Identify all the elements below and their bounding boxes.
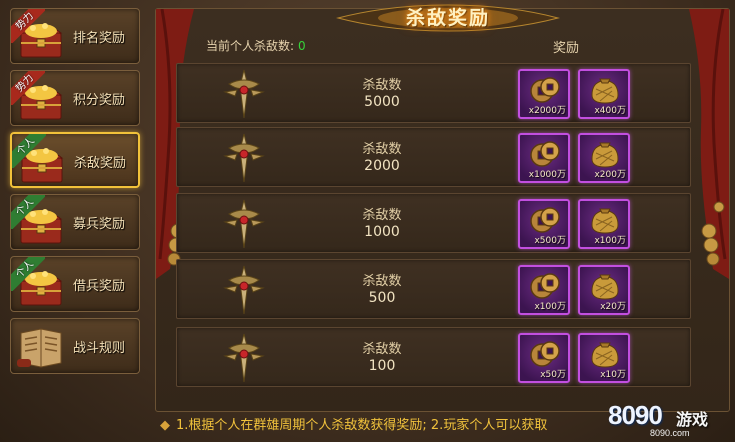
reward-quantity: x50万 [540, 370, 566, 380]
sidebar-item-5[interactable]: 个人借兵奖励 [10, 256, 140, 312]
sidebar-item-6[interactable]: 战斗规则 [10, 318, 140, 374]
sidebar-badge: 个人 [11, 257, 45, 291]
reward-quantity: x500万 [534, 236, 566, 246]
sidebar-item-label: 借兵奖励 [73, 279, 126, 294]
kill-count-label: 杀敌数 [362, 142, 402, 157]
sidebar-badge: 个人 [11, 195, 45, 229]
rules-note: ◆ 1.根据个人在群雄周期个人杀敌数获得奖励; 2.玩家个人可以获取 [160, 414, 547, 433]
kill-count-threshold: 5000 [364, 94, 400, 110]
sidebar-badge: 势力 [11, 71, 45, 105]
kill-reward-row: 杀敌数 1000 x500万 x100万 [176, 193, 691, 253]
reward-item-slot[interactable]: x10万 [578, 333, 630, 383]
grain-sack-icon [591, 208, 619, 234]
reward-item-slot[interactable]: x100万 [518, 265, 570, 315]
reward-column-header: 奖励 [553, 41, 580, 56]
reward-item-slot[interactable]: x100万 [578, 199, 630, 249]
kill-count-threshold: 2000 [364, 158, 400, 174]
sidebar-item-1[interactable]: 势力排名奖励 [10, 8, 140, 64]
reward-quantity: x10万 [600, 370, 626, 380]
copper-coin-icon [530, 273, 560, 299]
reward-item-slot[interactable]: x20万 [578, 265, 630, 315]
copper-coin-icon [530, 77, 560, 103]
reward-quantity: x100万 [594, 236, 626, 246]
copper-coin-icon [530, 341, 560, 367]
watermark-game-text: 游戏 [676, 410, 709, 429]
kill-count-label: 杀敌数 [362, 342, 402, 357]
reward-item-slot[interactable]: x200万 [578, 133, 630, 183]
rules-note-text: 1.根据个人在群雄周期个人杀敌数获得奖励; 2.玩家个人可以获取 [176, 418, 548, 433]
sidebar-item-label: 积分奖励 [73, 93, 126, 108]
reward-quantity: x1000万 [528, 170, 566, 180]
kill-reward-row: 杀敌数 2000 x1000万 x200万 [176, 127, 691, 187]
grain-sack-icon [591, 274, 619, 300]
kill-count-label: 杀敌数 [362, 78, 402, 93]
reward-quantity: x400万 [594, 106, 626, 116]
reward-quantity: x20万 [600, 302, 626, 312]
reward-item-slot[interactable]: x1000万 [518, 133, 570, 183]
current-kills-label: 当前个人杀敌数: [206, 39, 295, 53]
reward-item-slot[interactable]: x50万 [518, 333, 570, 383]
copper-coin-icon [530, 141, 560, 167]
kill-count-threshold: 1000 [364, 224, 400, 240]
reward-item-slot[interactable]: x500万 [518, 199, 570, 249]
grain-sack-icon [591, 78, 619, 104]
scroll-book-icon [17, 328, 62, 368]
kill-reward-row: 杀敌数 5000 x2000万 x400万 [176, 63, 691, 123]
kill-count-label: 杀敌数 [362, 274, 402, 289]
kill-count-threshold: 100 [368, 358, 396, 374]
site-watermark: 8090 游戏 8090.com [608, 394, 732, 440]
copper-coin-icon [530, 207, 560, 233]
sidebar-item-3[interactable]: 个人杀敌奖励 [10, 132, 140, 188]
kill-reward-panel: 杀敌奖励 当前个人杀敌数: 0 奖励 杀敌数 5000 x2000万 x400万 杀敌数 2… [155, 4, 730, 412]
sword-emblem-icon [223, 69, 265, 119]
sidebar-badge: 势力 [11, 9, 45, 43]
sidebar-item-2[interactable]: 势力积分奖励 [10, 70, 140, 126]
grain-sack-icon [591, 142, 619, 168]
reward-item-slot[interactable]: x400万 [578, 69, 630, 119]
game-window: 势力 排名奖励 势力 积分奖励 个人 杀敌奖励 个人 募兵奖励 个人 借兵奖励 战斗规则 杀敌奖励 [0, 0, 735, 442]
panel-title: 杀敌奖励 [405, 7, 490, 29]
kill-count-threshold: 500 [368, 290, 396, 306]
sidebar-item-label: 杀敌奖励 [74, 156, 127, 171]
sidebar-item-label: 排名奖励 [73, 31, 126, 46]
reward-sidebar: 势力 排名奖励 势力 积分奖励 个人 杀敌奖励 个人 募兵奖励 个人 借兵奖励 战斗规则 [4, 4, 146, 438]
grain-sack-icon [591, 342, 619, 368]
current-kills-value: 0 [298, 39, 306, 53]
diamond-bullet-icon: ◆ [160, 418, 170, 433]
kill-reward-row: 杀敌数 100 x50万 x10万 [176, 327, 691, 387]
sidebar-item-label: 募兵奖励 [73, 217, 126, 232]
sidebar-badge: 个人 [12, 134, 46, 168]
reward-quantity: x200万 [594, 170, 626, 180]
reward-item-slot[interactable]: x2000万 [518, 69, 570, 119]
watermark-url: 8090.com [650, 428, 690, 438]
sidebar-item-4[interactable]: 个人募兵奖励 [10, 194, 140, 250]
watermark-number: 8090 [608, 400, 663, 430]
sword-emblem-icon [223, 265, 265, 315]
kill-count-label: 杀敌数 [362, 208, 402, 223]
sword-emblem-icon [223, 333, 265, 383]
kill-reward-row: 杀敌数 500 x100万 x20万 [176, 259, 691, 319]
panel-title-bar: 杀敌奖励 [328, 3, 568, 33]
sword-emblem-icon [223, 199, 265, 249]
reward-quantity: x100万 [534, 302, 566, 312]
reward-quantity: x2000万 [528, 106, 566, 116]
current-kills-row: 当前个人杀敌数: 0 [206, 37, 306, 54]
sidebar-item-label: 战斗规则 [73, 341, 126, 356]
sword-emblem-icon [223, 133, 265, 183]
